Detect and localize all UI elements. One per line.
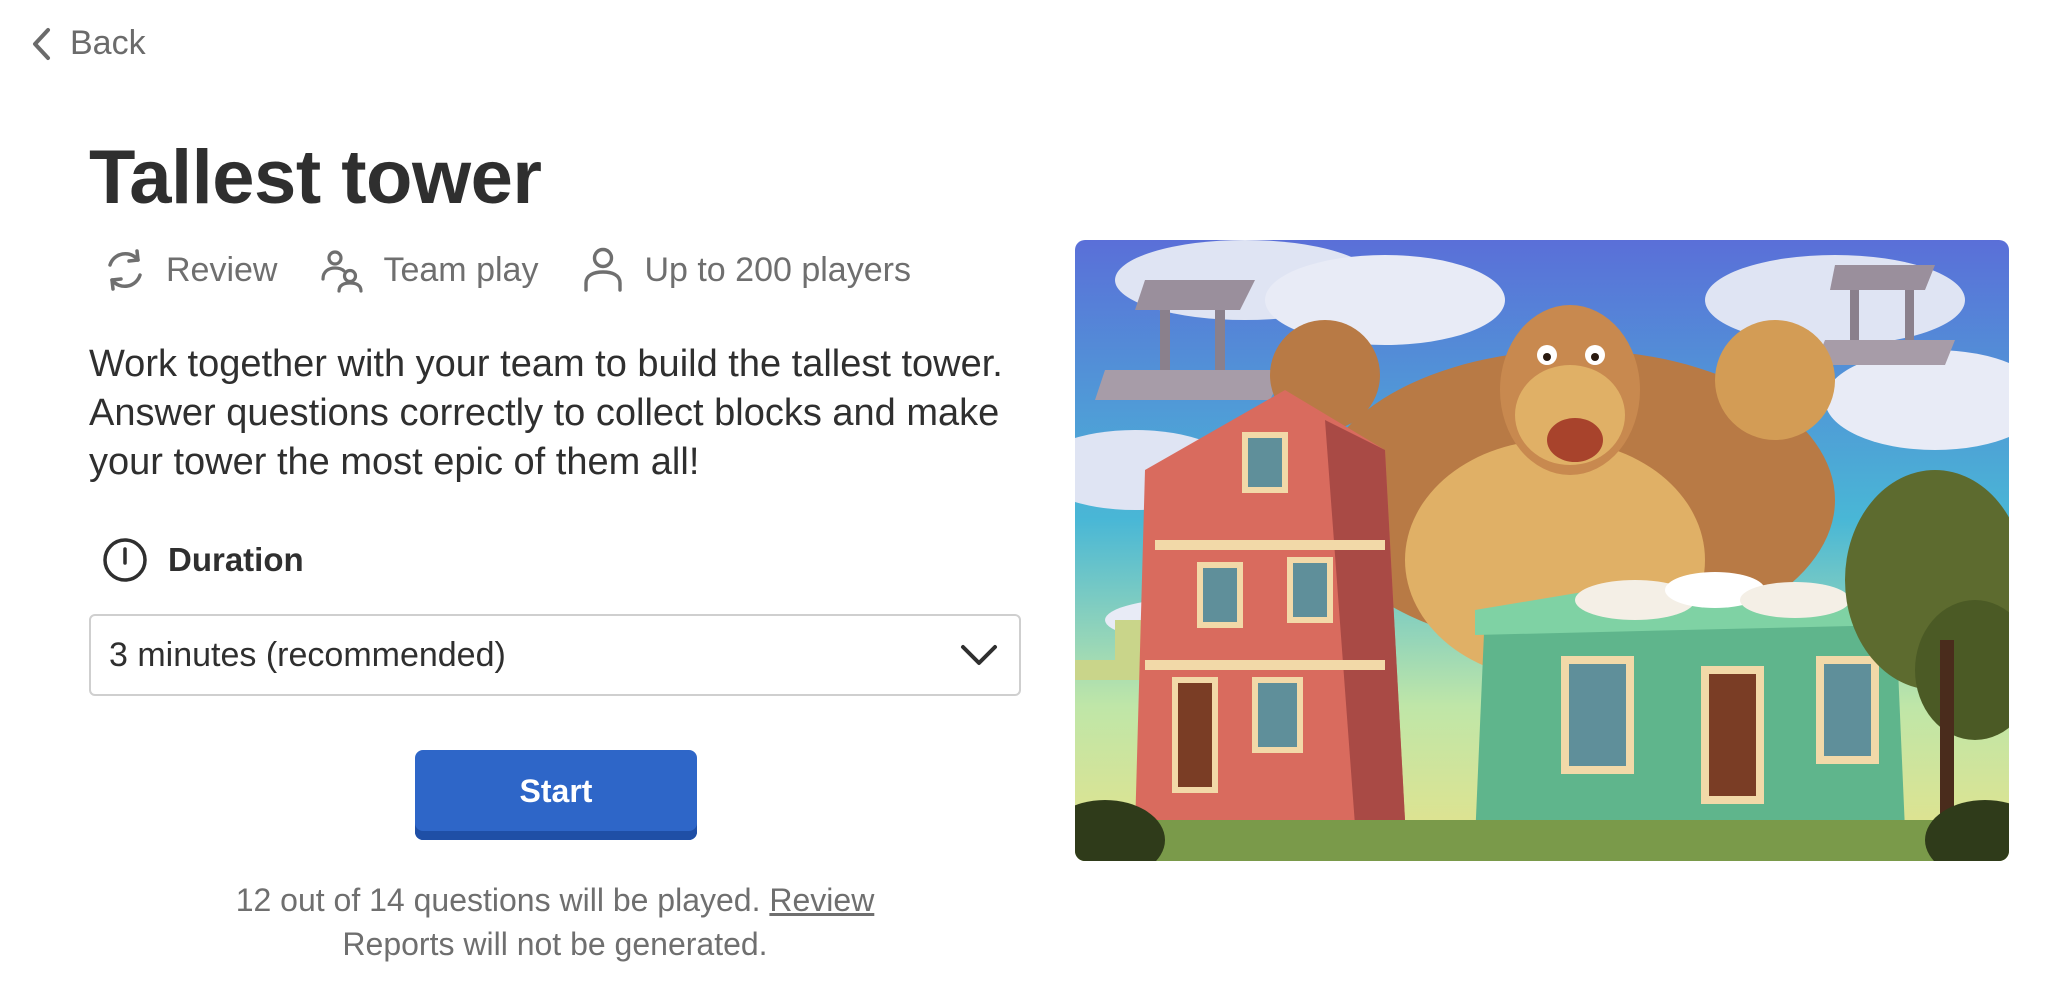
page-title: Tallest tower xyxy=(89,135,542,220)
tag-players-label: Up to 200 players xyxy=(644,250,911,289)
duration-select[interactable]: 3 minutes (recommended) xyxy=(89,614,1021,696)
game-notes: 12 out of 14 questions will be played. R… xyxy=(89,878,1021,966)
reports-note: Reports will not be generated. xyxy=(342,926,768,962)
game-description: Work together with your team to build th… xyxy=(89,343,1003,483)
questions-text: 12 out of 14 questions will be played. xyxy=(235,882,761,918)
game-tags: Review Team play Up to 200 players xyxy=(100,245,951,295)
clock-icon xyxy=(103,538,147,582)
back-button[interactable]: Back xyxy=(30,24,146,63)
start-button[interactable]: Start xyxy=(415,750,697,840)
game-illustration xyxy=(1075,240,2009,861)
tag-players: Up to 200 players xyxy=(578,245,911,295)
person-icon xyxy=(584,247,623,292)
duration-heading: Duration xyxy=(100,535,304,585)
back-label: Back xyxy=(70,24,146,62)
questions-note: 12 out of 14 questions will be played. R… xyxy=(89,878,1021,922)
duration-label: Duration xyxy=(168,541,304,578)
chevron-down-icon xyxy=(961,645,997,665)
tag-review-label: Review xyxy=(166,250,278,289)
tag-team-play: Team play xyxy=(317,245,538,295)
review-link[interactable]: Review xyxy=(769,882,874,918)
tag-team-play-label: Team play xyxy=(383,250,539,289)
chevron-left-icon xyxy=(33,27,50,60)
tallest-tower-artwork xyxy=(1075,240,2009,861)
refresh-icon xyxy=(108,249,142,291)
team-icon xyxy=(321,250,364,293)
duration-selected-value: 3 minutes (recommended) xyxy=(109,635,506,674)
tag-review: Review xyxy=(100,245,277,295)
